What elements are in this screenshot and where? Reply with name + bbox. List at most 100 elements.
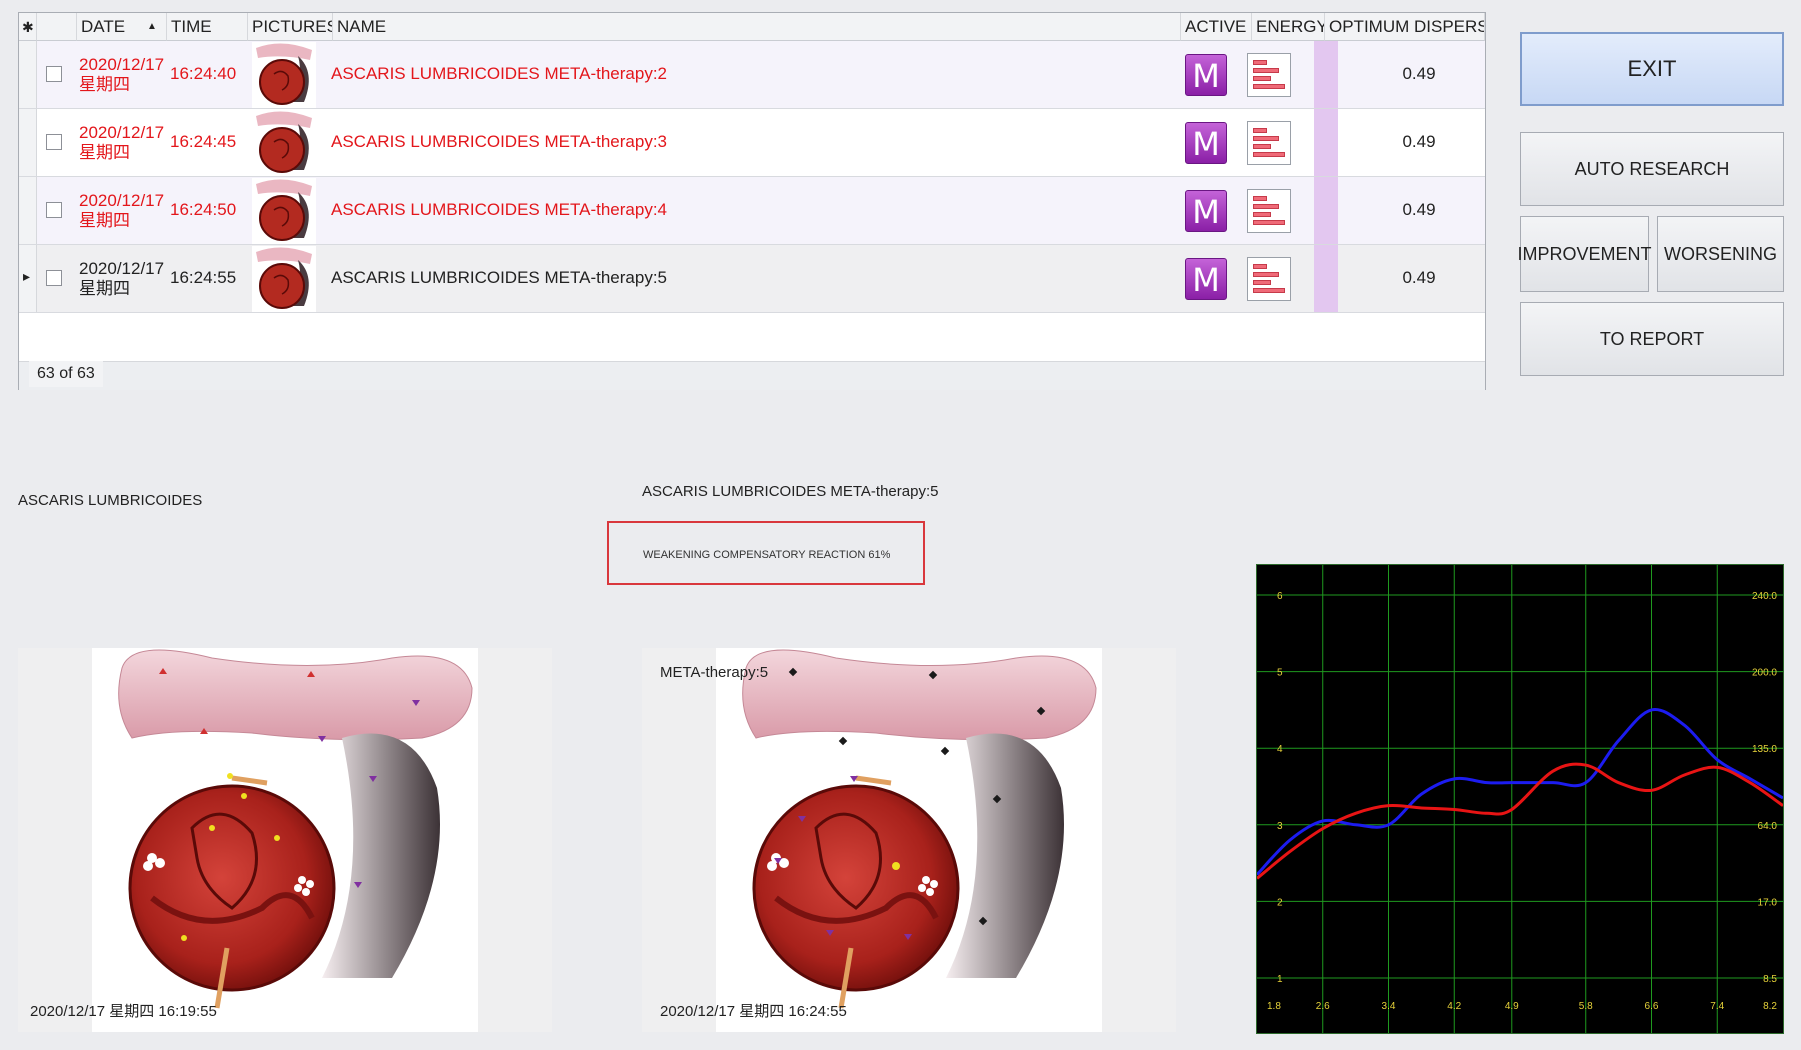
x-tick-label: 1.8 [1267, 1001, 1281, 1012]
row-name: ASCARIS LUMBRICOIDES META-therapy:5 [331, 268, 667, 287]
header-optimum-dispersion[interactable]: OPTIMUM DISPERSIC [1325, 13, 1485, 41]
x-tick-label: 6.6 [1645, 1001, 1659, 1012]
energy-bars-icon[interactable] [1247, 257, 1291, 301]
right-image-caption: META-therapy:5 [660, 664, 769, 681]
center-therapy-title: ASCARIS LUMBRICOIDES META-therapy:5 [642, 483, 939, 500]
x-tick-label: 8.2 [1763, 1001, 1777, 1012]
y-right-tick-label: 64.0 [1758, 821, 1778, 832]
row-time: 16:24:40 [170, 64, 237, 83]
row-name: ASCARIS LUMBRICOIDES META-therapy:3 [331, 132, 667, 151]
right-picture-panel: META-therapy:5 2020/12/17 星期四 16:24:55 [642, 648, 1176, 1032]
exit-button[interactable]: EXIT [1520, 32, 1784, 106]
row-thumbnail[interactable] [252, 42, 316, 108]
improvement-button[interactable]: IMPROVEMENT [1518, 216, 1652, 292]
y-right-tick-label: 240.0 [1752, 591, 1777, 602]
x-tick-label: 2.6 [1316, 1001, 1330, 1012]
dispersion-bar [1314, 41, 1338, 108]
right-image-timestamp: 2020/12/17 星期四 16:24:55 [660, 1003, 847, 1020]
y-left-tick-label: 5 [1277, 668, 1283, 679]
y-right-tick-label: 200.0 [1752, 668, 1777, 679]
row-indicator[interactable] [19, 41, 37, 108]
meta-active-icon[interactable]: M [1185, 122, 1227, 164]
row-date: 2020/12/17 星期四 [79, 123, 164, 163]
row-date-value: 2020/12/17 [79, 259, 165, 278]
row-date: 2020/12/17 星期四 [79, 191, 164, 231]
left-image-timestamp: 2020/12/17 星期四 16:19:55 [30, 1003, 217, 1020]
row-time: 16:24:50 [170, 200, 237, 219]
header-active[interactable]: ACTIVE [1181, 13, 1252, 41]
row-optimum-value: 0.49 [1402, 132, 1436, 151]
energy-bars-icon[interactable] [1247, 189, 1291, 233]
sort-ascending-icon: ▲ [147, 21, 157, 32]
row-time: 16:24:55 [170, 268, 237, 287]
y-left-tick-label: 1 [1277, 974, 1283, 985]
row-checkbox[interactable] [46, 66, 62, 82]
row-checkbox[interactable] [46, 270, 62, 286]
table-row[interactable]: ▸ 2020/12/17 星期四 16:24:55 ASCARIS LUMBRI… [19, 245, 1485, 313]
row-weekday: 星期四 [79, 211, 130, 230]
row-indicator[interactable]: ▸ [19, 245, 37, 312]
row-optimum-value: 0.49 [1402, 268, 1436, 287]
row-optimum-value: 0.49 [1402, 64, 1436, 83]
y-right-tick-label: 135.0 [1752, 744, 1777, 755]
table-row[interactable]: 2020/12/17 星期四 16:24:50 ASCARIS LUMBRICO… [19, 177, 1485, 245]
header-date[interactable]: DATE ▲ [77, 13, 167, 41]
dispersion-bar [1314, 177, 1338, 244]
dispersion-bar [1314, 109, 1338, 176]
result-box: WEAKENING COMPENSATORY REACTION 61% [607, 521, 925, 585]
y-left-tick-label: 4 [1277, 744, 1283, 755]
record-count: 63 of 63 [29, 361, 103, 387]
chart-svg: 1 2 3 4 5 6 8.5 17.0 64.0 135.0 200.0 240.0 1.8 2.6 3.… [1255, 565, 1784, 1033]
row-thumbnail[interactable] [252, 110, 316, 176]
meta-active-icon[interactable]: M [1185, 258, 1227, 300]
header-energy[interactable]: ENERGY [1252, 13, 1325, 41]
row-indicator[interactable] [19, 109, 37, 176]
grid-footer [19, 361, 1485, 390]
x-tick-label: 5.8 [1579, 1001, 1593, 1012]
row-date-value: 2020/12/17 [79, 191, 165, 210]
y-right-tick-label: 8.5 [1763, 974, 1777, 985]
row-thumbnail[interactable] [252, 246, 316, 312]
energy-bars-icon[interactable] [1247, 53, 1291, 97]
x-tick-label: 4.9 [1505, 1001, 1519, 1012]
y-left-tick-label: 3 [1277, 821, 1283, 832]
row-weekday: 星期四 [79, 75, 130, 94]
worsening-button[interactable]: WORSENING [1657, 216, 1784, 292]
header-pictures[interactable]: PICTURES [248, 13, 333, 41]
header-name[interactable]: NAME [333, 13, 1181, 41]
energy-chart: 1 2 3 4 5 6 8.5 17.0 64.0 135.0 200.0 240.0 1.8 2.6 3.… [1255, 564, 1784, 1034]
header-checkbox[interactable] [37, 13, 77, 41]
table-row[interactable]: 2020/12/17 星期四 16:24:45 ASCARIS LUMBRICO… [19, 109, 1485, 177]
meta-active-icon[interactable]: M [1185, 190, 1227, 232]
meta-active-icon[interactable]: M [1185, 54, 1227, 96]
row-date-value: 2020/12/17 [79, 55, 165, 74]
auto-research-button[interactable]: AUTO RESEARCH [1520, 132, 1784, 206]
header-time[interactable]: TIME [167, 13, 248, 41]
row-name: ASCARIS LUMBRICOIDES META-therapy:2 [331, 64, 667, 83]
row-checkbox[interactable] [46, 134, 62, 150]
row-name: ASCARIS LUMBRICOIDES META-therapy:4 [331, 200, 667, 219]
row-date: 2020/12/17 星期四 [79, 55, 164, 95]
left-organ-image [92, 648, 478, 1032]
row-date-value: 2020/12/17 [79, 123, 165, 142]
row-checkbox[interactable] [46, 202, 62, 218]
row-indicator[interactable] [19, 177, 37, 244]
row-thumbnail[interactable] [252, 178, 316, 244]
current-row-icon: ▸ [23, 268, 31, 284]
y-right-tick-label: 17.0 [1758, 897, 1778, 908]
right-organ-image [716, 648, 1102, 1032]
energy-bars-icon[interactable] [1247, 121, 1291, 165]
result-text: WEAKENING COMPENSATORY REACTION 61% [643, 549, 891, 561]
row-time: 16:24:45 [170, 132, 237, 151]
y-left-tick-label: 2 [1277, 897, 1283, 908]
to-report-button[interactable]: TO REPORT [1520, 302, 1784, 376]
records-grid[interactable]: ✱ DATE ▲ TIME PICTURES NAME ACTIVE ENERG… [18, 12, 1486, 390]
x-tick-label: 4.2 [1447, 1001, 1461, 1012]
chart-background [1257, 565, 1783, 1033]
table-row[interactable]: 2020/12/17 星期四 16:24:40 ASCARIS LUMBRICO… [19, 41, 1485, 109]
row-optimum-value: 0.49 [1402, 200, 1436, 219]
row-date: 2020/12/17 星期四 [79, 259, 164, 299]
x-tick-label: 3.4 [1382, 1001, 1396, 1012]
row-weekday: 星期四 [79, 143, 130, 162]
header-date-label: DATE [81, 17, 126, 36]
